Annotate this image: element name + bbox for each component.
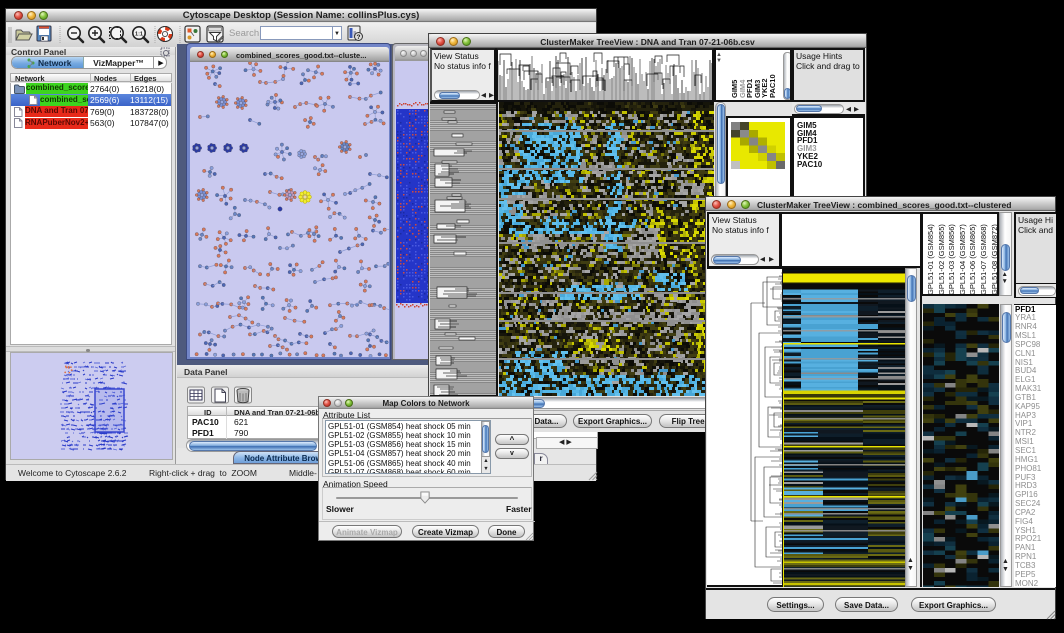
svg-text:1:1: 1:1 bbox=[135, 32, 143, 38]
svg-text:?: ? bbox=[357, 34, 361, 41]
